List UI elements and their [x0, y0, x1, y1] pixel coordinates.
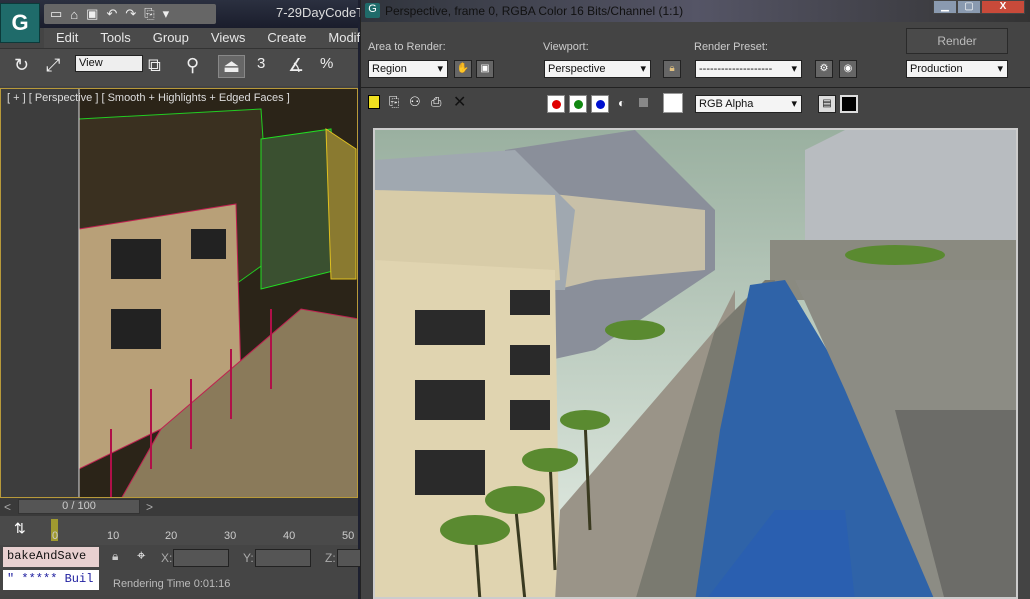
application-button[interactable]: G [0, 3, 40, 43]
red-channel-icon [552, 100, 561, 109]
x-coordinate-field[interactable] [173, 549, 229, 567]
menu-bar: Edit Tools Group Views Create Modifi [44, 28, 363, 48]
area-to-render-select[interactable]: Region [368, 60, 448, 78]
maxscript-listener-input[interactable]: bakeAndSave [3, 547, 99, 567]
time-slider-thumb[interactable]: 0 / 100 [18, 499, 140, 514]
select-manipulate-icon[interactable]: ⚲ [186, 55, 199, 76]
save-icon[interactable]: ▣ [86, 6, 98, 22]
production-mode-select[interactable]: Production [906, 60, 1008, 78]
close-button[interactable]: X [981, 0, 1025, 14]
rendered-image[interactable] [373, 128, 1018, 599]
percent-snap-icon[interactable]: % [320, 55, 333, 72]
print-image-icon[interactable]: ⎙ [431, 94, 441, 110]
y-label: Y: [243, 551, 254, 565]
clear-icon[interactable]: ✕ [453, 92, 466, 112]
keyboard-shortcut-override-icon[interactable]: ⏏ [218, 55, 246, 78]
copy-image-icon[interactable]: ⎘ [389, 94, 399, 110]
document-title: 7-29DayCodeT [276, 5, 365, 20]
edit-region-icon[interactable]: ✋ [454, 60, 472, 78]
save-image-icon[interactable] [368, 95, 380, 109]
environment-effects-icon[interactable]: ◉ [839, 60, 857, 78]
render-button[interactable]: Render [906, 28, 1008, 54]
toggle-ui-icon[interactable] [840, 95, 858, 113]
clone-window-icon[interactable]: ⚇ [409, 94, 421, 110]
menu-create[interactable]: Create [255, 28, 316, 48]
reference-coordinate-select[interactable]: View [75, 55, 143, 72]
viewport-scene [78, 89, 357, 497]
red-channel-toggle[interactable] [547, 95, 565, 113]
redo-icon[interactable]: ↷ [125, 6, 136, 22]
display-channel-select[interactable]: RGB Alpha [695, 95, 802, 113]
status-bar: bakeAndSave " ***** Buil 🔒︎ ⌖ X: Y: Z: R… [0, 545, 367, 595]
color-swatch[interactable] [663, 93, 683, 113]
blue-channel-toggle[interactable] [591, 95, 609, 113]
tick-40: 40 [283, 530, 296, 542]
rendered-scene [375, 130, 1016, 597]
viewport-label[interactable]: [ + ] [ Perspective ] [ Smooth + Highlig… [7, 92, 290, 104]
render-preset-select[interactable]: -------------------- [695, 60, 802, 78]
minimize-button[interactable]: ▁ [933, 0, 957, 14]
undo-icon[interactable]: ↶ [106, 6, 117, 22]
render-setup-icon[interactable]: ⚙ [815, 60, 833, 78]
area-to-render-label: Area to Render: [368, 41, 446, 53]
pivot-icon[interactable]: ⧉ [148, 55, 161, 76]
snap-toggle-icon[interactable]: 3 [257, 55, 265, 72]
green-channel-icon [574, 100, 583, 109]
auto-region-icon[interactable]: ▣ [476, 60, 494, 78]
prev-frame-button[interactable]: < [4, 500, 11, 514]
menu-tools[interactable]: Tools [88, 28, 140, 48]
viewport-select[interactable]: Perspective [544, 60, 651, 78]
selection-lock-icon[interactable]: 🔒︎ [112, 549, 118, 564]
green-channel-toggle[interactable] [569, 95, 587, 113]
perspective-viewport[interactable]: [ + ] [ Perspective ] [ Smooth + Highlig… [0, 88, 358, 498]
open-icon[interactable]: ⌂ [70, 7, 78, 22]
more-icon[interactable]: ▾ [163, 6, 170, 22]
menu-views[interactable]: Views [199, 28, 255, 48]
tick-0: 0 [52, 530, 59, 542]
next-frame-button[interactable]: > [146, 500, 153, 514]
y-coordinate-field[interactable] [255, 549, 311, 567]
tick-30: 30 [224, 530, 237, 542]
tick-50: 50 [342, 530, 355, 542]
toggle-ui-overlay-icon[interactable]: ▤ [818, 95, 836, 113]
z-label: Z: [325, 551, 336, 565]
render-preset-label: Render Preset: [694, 41, 768, 53]
app-icon: G [365, 3, 380, 18]
angle-snap-icon[interactable]: ∡ [288, 55, 304, 76]
menu-group[interactable]: Group [141, 28, 199, 48]
monochrome-icon[interactable] [639, 98, 648, 107]
curve-editor-icon[interactable]: ⇅ [14, 520, 26, 537]
quick-access-toolbar: ▭ ⌂ ▣ ↶ ↷ ⎘ ▾ [44, 4, 216, 24]
alpha-channel-icon[interactable]: ◐ [618, 96, 625, 110]
tick-20: 20 [165, 530, 178, 542]
render-window-title: Perspective, frame 0, RGBA Color 16 Bits… [385, 4, 684, 18]
max-main-window: 7-29DayCodeT G ▭ ⌂ ▣ ↶ ↷ ⎘ ▾ Edit Tools … [0, 0, 367, 599]
status-message: Rendering Time 0:01:16 [113, 578, 231, 590]
tick-10: 10 [107, 530, 120, 542]
blue-channel-icon [596, 100, 605, 109]
menu-edit[interactable]: Edit [44, 28, 88, 48]
absolute-mode-icon[interactable]: ⌖ [137, 547, 145, 564]
new-icon[interactable]: ▭ [50, 6, 62, 22]
viewport-label: Viewport: [543, 41, 589, 53]
render-window-title-bar: G Perspective, frame 0, RGBA Color 16 Bi… [361, 0, 1030, 22]
main-toolbar: ↻ ⤢ View ⧉ ⚲ ⏏ 3 ∡ % [0, 48, 358, 86]
x-label: X: [161, 551, 173, 565]
project-icon[interactable]: ⎘ [144, 6, 154, 22]
rotate-icon[interactable]: ↻ [14, 55, 29, 76]
track-bar[interactable]: ⇅ 0 10 20 30 40 50 [0, 516, 358, 545]
maximize-button[interactable]: ▢ [957, 0, 981, 14]
scale-icon[interactable]: ⤢ [46, 55, 60, 76]
lock-icon[interactable]: 🔒︎ [663, 60, 681, 78]
rendered-frame-window: G Perspective, frame 0, RGBA Color 16 Bi… [360, 0, 1030, 599]
time-slider[interactable]: < 0 / 100 > [0, 498, 358, 516]
maxscript-listener-output[interactable]: " ***** Buil [3, 570, 99, 590]
